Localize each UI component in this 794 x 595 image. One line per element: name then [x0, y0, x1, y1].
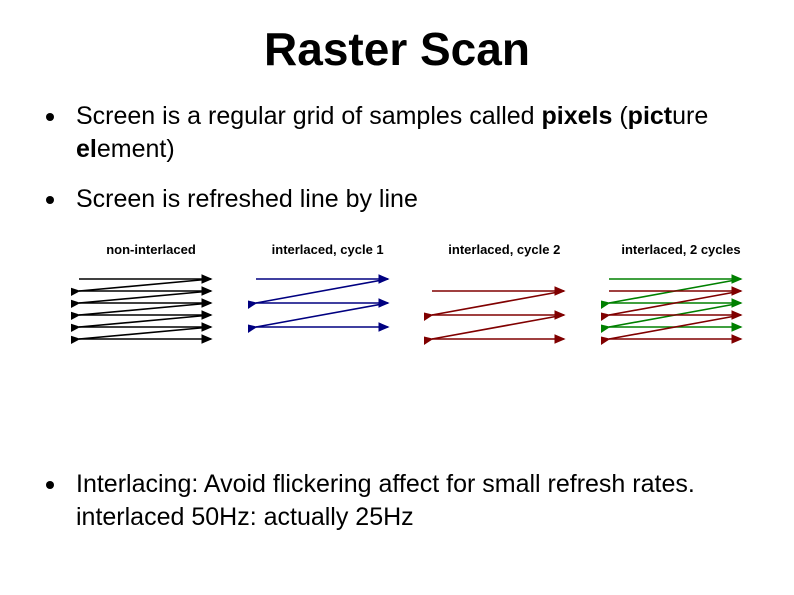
list-item: Screen is refreshed line by line: [46, 183, 764, 216]
raster-noninterlaced-icon: [71, 273, 231, 373]
text-line: interlaced 50Hz: actually 25Hz: [76, 503, 414, 531]
raster-interlaced-2cycles-icon: [601, 273, 761, 373]
bullet-dot-icon: [46, 196, 54, 204]
diagram-col: interlaced, cycle 2: [419, 242, 589, 373]
diagram-col: interlaced, cycle 1: [243, 242, 413, 373]
text-span: ure: [672, 102, 708, 130]
text-bold: pixels: [542, 102, 613, 130]
raster-interlaced-c2-icon: [424, 273, 584, 373]
diagram-label: interlaced, cycle 1: [272, 242, 384, 257]
page-title: Raster Scan: [0, 0, 794, 100]
bullet-text: Screen is refreshed line by line: [76, 183, 418, 216]
raster-interlaced-c1-icon: [248, 273, 408, 373]
diagram-row: non-interlaced: [0, 234, 794, 373]
diagram-col: non-interlaced: [66, 242, 236, 373]
bullet-text: Interlacing: Avoid flickering affect for…: [76, 468, 695, 533]
bullet-dot-icon: [46, 481, 54, 489]
text-line: Interlacing: Avoid flickering affect for…: [76, 470, 695, 498]
text-bold: el: [76, 135, 97, 163]
bullet-dot-icon: [46, 113, 54, 121]
text-span: Screen is a regular grid of samples call…: [76, 102, 542, 130]
text-bold: pict: [628, 102, 672, 130]
list-item: Interlacing: Avoid flickering affect for…: [46, 468, 764, 551]
text-span: (: [612, 102, 627, 130]
diagram-label: interlaced, 2 cycles: [621, 242, 740, 257]
bullet-text: Screen is a regular grid of samples call…: [76, 100, 764, 165]
list-item: Screen is a regular grid of samples call…: [46, 100, 764, 165]
bullet-list: Screen is a regular grid of samples call…: [0, 100, 794, 216]
diagram-col: interlaced, 2 cycles: [596, 242, 766, 373]
text-span: ement): [97, 135, 175, 163]
diagram-label: interlaced, cycle 2: [448, 242, 560, 257]
diagram-label: non-interlaced: [106, 242, 196, 257]
